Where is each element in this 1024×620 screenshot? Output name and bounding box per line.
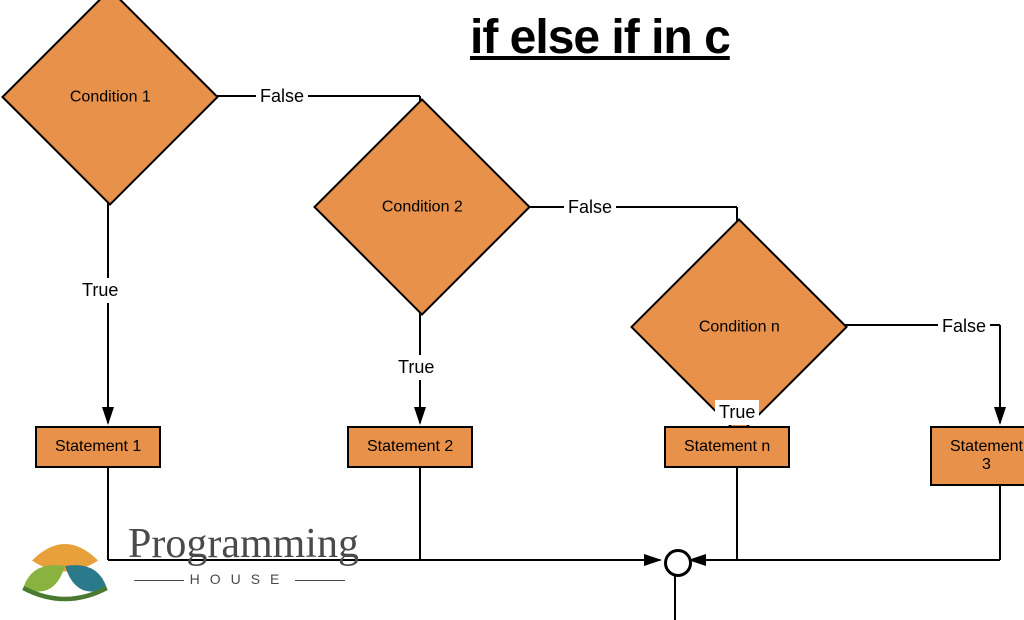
edge-label-true: True: [78, 278, 122, 303]
decision-condition-2: Condition 2: [313, 98, 531, 316]
decision-label: Condition 1: [70, 88, 151, 106]
page-title: if else if in c: [470, 10, 730, 65]
decision-label: Condition 2: [382, 198, 463, 216]
edge-label-false: False: [938, 314, 990, 339]
edge-label-true: True: [715, 400, 759, 425]
process-statement-2: Statement 2: [347, 426, 473, 468]
edge-label-true: True: [394, 355, 438, 380]
brand-sub: HOUSE: [120, 571, 359, 587]
brand-icon: [10, 500, 120, 610]
decision-label: Condition n: [699, 318, 780, 336]
edge-label-false: False: [564, 195, 616, 220]
brand-name: Programming: [128, 523, 359, 565]
process-statement-n: Statement n: [664, 426, 790, 468]
process-statement-3: Statement 3: [930, 426, 1024, 486]
merge-node: [664, 549, 692, 577]
process-statement-1: Statement 1: [35, 426, 161, 468]
decision-condition-1: Condition 1: [1, 0, 219, 206]
edge-label-false: False: [256, 84, 308, 109]
brand-logo: Programming HOUSE: [10, 500, 359, 610]
